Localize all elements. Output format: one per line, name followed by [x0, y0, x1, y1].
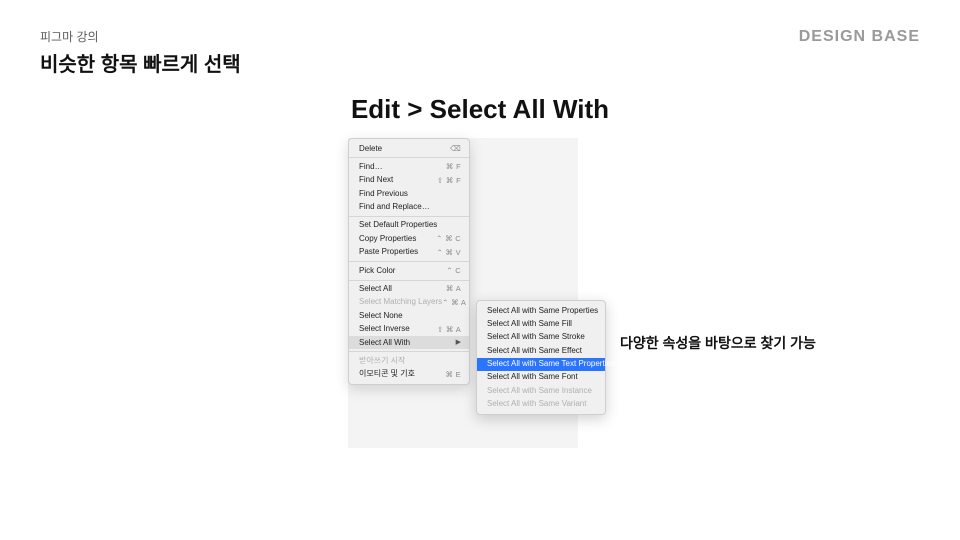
menu-label: 받아쓰기 시작	[359, 356, 405, 366]
menu-label: Set Default Properties	[359, 220, 437, 230]
menu-label: Find Previous	[359, 189, 408, 199]
menu-item-select-none[interactable]: Select None	[349, 309, 469, 322]
submenu-item-same-stroke[interactable]: Select All with Same Stroke	[477, 331, 605, 344]
submenu-item-same-fill[interactable]: Select All with Same Fill	[477, 317, 605, 330]
menu-label: Delete	[359, 144, 382, 154]
submenu-item-same-variant: Select All with Same Variant	[477, 398, 605, 411]
menu-label: Select Matching Layers	[359, 297, 442, 307]
menu-label: Copy Properties	[359, 234, 416, 244]
menu-separator	[349, 216, 469, 217]
shortcut-text: ⌃ ⌘ V	[437, 248, 461, 258]
menu-item-pick-color[interactable]: Pick Color ⌃ C	[349, 264, 469, 277]
menu-label: Find and Replace…	[359, 202, 430, 212]
menu-separator	[349, 280, 469, 281]
brand-logo: DESIGN BASE	[799, 28, 920, 46]
menu-label: Paste Properties	[359, 247, 418, 257]
shortcut-text: ⇧ ⌘ A	[437, 325, 461, 335]
menu-separator	[349, 157, 469, 158]
menu-item-delete[interactable]: Delete ⌫	[349, 142, 469, 155]
menu-label: Find…	[359, 162, 383, 172]
menu-item-find[interactable]: Find… ⌘ F	[349, 160, 469, 173]
menu-item-copy-properties[interactable]: Copy Properties ⌃ ⌘ C	[349, 232, 469, 245]
submenu-item-same-font[interactable]: Select All with Same Font	[477, 371, 605, 384]
menu-label: Find Next	[359, 175, 393, 185]
header-title: 비슷한 항목 빠르게 선택	[40, 48, 241, 77]
menu-label: Select All With	[359, 338, 410, 348]
header-subtitle: 피그마 강의	[40, 28, 99, 45]
menu-item-select-inverse[interactable]: Select Inverse ⇧ ⌘ A	[349, 323, 469, 336]
menu-item-dictation: 받아쓰기 시작	[349, 354, 469, 367]
shortcut-text: ⌘ E	[446, 370, 462, 380]
submenu-item-same-effect[interactable]: Select All with Same Effect	[477, 344, 605, 357]
menu-label: Select All	[359, 284, 392, 294]
menu-label: Pick Color	[359, 266, 395, 276]
chevron-right-icon: ▶	[456, 338, 461, 347]
shortcut-text: ⌫	[450, 144, 461, 154]
annotation-text: 다양한 속성을 바탕으로 찾기 가능	[620, 333, 816, 353]
shortcut-text: ⌃ ⌘ A	[442, 298, 466, 308]
submenu-item-same-instance: Select All with Same Instance	[477, 384, 605, 397]
submenu-item-same-text-properties[interactable]: Select All with Same Text Properties	[477, 358, 605, 371]
menu-item-find-previous[interactable]: Find Previous	[349, 187, 469, 200]
menu-item-set-default-properties[interactable]: Set Default Properties	[349, 219, 469, 232]
menu-item-emoji-symbols[interactable]: 이모티콘 및 기호 ⌘ E	[349, 368, 469, 381]
select-all-with-submenu: Select All with Same Properties Select A…	[476, 300, 606, 415]
shortcut-text: ⇧ ⌘ F	[437, 176, 461, 186]
main-title: Edit > Select All With	[0, 94, 960, 125]
menu-item-find-replace[interactable]: Find and Replace…	[349, 201, 469, 214]
menu-separator	[349, 351, 469, 352]
menu-label: 이모티콘 및 기호	[359, 369, 415, 379]
menu-label: Select Inverse	[359, 324, 410, 334]
menu-item-paste-properties[interactable]: Paste Properties ⌃ ⌘ V	[349, 246, 469, 259]
shortcut-text: ⌃ ⌘ C	[436, 234, 461, 244]
shortcut-text: ⌘ A	[446, 284, 461, 294]
shortcut-text: ⌘ F	[446, 162, 461, 172]
menu-item-select-all-with[interactable]: Select All With ▶	[349, 336, 469, 349]
menu-label: Select None	[359, 311, 403, 321]
edit-menu: Delete ⌫ Find… ⌘ F Find Next ⇧ ⌘ F Find …	[348, 138, 470, 385]
shortcut-text: ⌃ C	[446, 266, 461, 276]
submenu-item-same-properties[interactable]: Select All with Same Properties	[477, 304, 605, 317]
menu-item-select-matching-layers: Select Matching Layers ⌃ ⌘ A	[349, 296, 469, 309]
menu-separator	[349, 261, 469, 262]
menu-item-select-all[interactable]: Select All ⌘ A	[349, 283, 469, 296]
menu-item-find-next[interactable]: Find Next ⇧ ⌘ F	[349, 174, 469, 187]
